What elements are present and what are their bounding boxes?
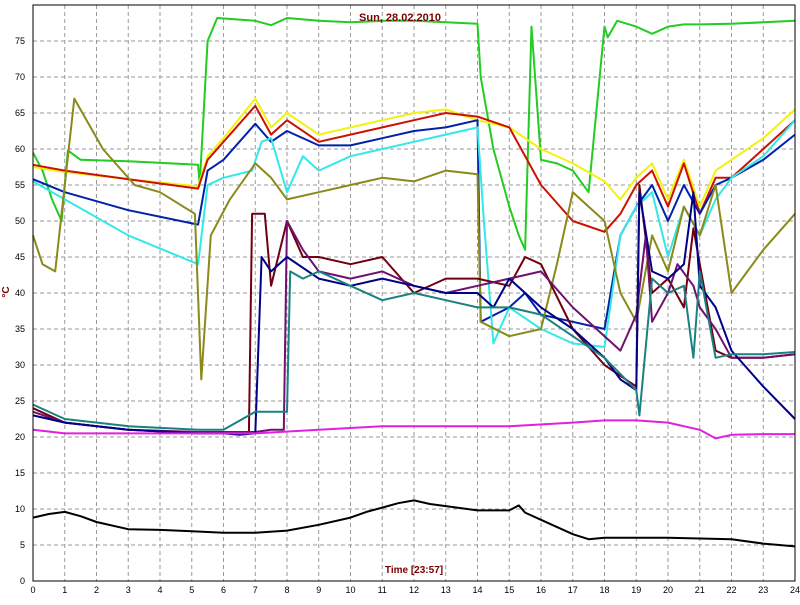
chart-title: Sun, 28.02.2010 [359, 12, 441, 24]
y-axis-label: °C [1, 286, 12, 297]
x-tick-label: 13 [441, 585, 451, 595]
y-tick-label: 75 [15, 36, 25, 46]
x-tick-label: 8 [284, 585, 289, 595]
y-tick-label: 65 [15, 108, 25, 118]
y-tick-label: 50 [15, 216, 25, 226]
y-tick-label: 15 [15, 468, 25, 478]
x-tick-label: 1 [62, 585, 67, 595]
y-tick-label: 35 [15, 324, 25, 334]
x-axis-label: Time [23:57] [385, 565, 443, 576]
x-tick-label: 19 [631, 585, 641, 595]
line-chart: 0 1 2 3 4 5 6 7 8 9 10 11 12 13 14 15 16 17 18 19 20 21 22 23 24… [0, 0, 800, 600]
x-tick-label: 0 [30, 585, 35, 595]
x-tick-label: 23 [758, 585, 768, 595]
x-tick-label: 24 [790, 585, 800, 595]
y-tick-label: 45 [15, 252, 25, 262]
x-tick-label: 18 [599, 585, 609, 595]
x-tick-label: 14 [472, 585, 482, 595]
x-tick-label: 9 [316, 585, 321, 595]
y-tick-label: 70 [15, 72, 25, 82]
x-tick-label: 11 [378, 585, 387, 595]
x-tick-label: 10 [345, 585, 355, 595]
y-tick-label: 60 [15, 144, 25, 154]
x-tick-label: 22 [726, 585, 736, 595]
x-tick-label: 20 [663, 585, 673, 595]
x-tick-label: 7 [253, 585, 258, 595]
chart-container: 0 1 2 3 4 5 6 7 8 9 10 11 12 13 14 15 16 17 18 19 20 21 22 23 24… [0, 0, 800, 600]
y-tick-label: 40 [15, 288, 25, 298]
x-tick-label: 4 [157, 585, 162, 595]
x-tick-label: 12 [409, 585, 419, 595]
y-tick-label: 25 [15, 396, 25, 406]
y-tick-label: 30 [15, 360, 25, 370]
x-tick-label: 2 [94, 585, 99, 595]
y-tick-label: 10 [15, 504, 25, 514]
x-tick-label: 5 [189, 585, 194, 595]
x-tick-label: 6 [221, 585, 226, 595]
x-tick-label: 15 [504, 585, 514, 595]
y-tick-label: 5 [20, 540, 25, 550]
x-tick-label: 17 [568, 585, 578, 595]
y-tick-label: 20 [15, 432, 25, 442]
x-tick-label: 21 [695, 585, 705, 595]
y-tick-label: 55 [15, 180, 25, 190]
x-tick-label: 16 [536, 585, 546, 595]
y-tick-label: 0 [20, 576, 25, 586]
x-tick-label: 3 [126, 585, 131, 595]
